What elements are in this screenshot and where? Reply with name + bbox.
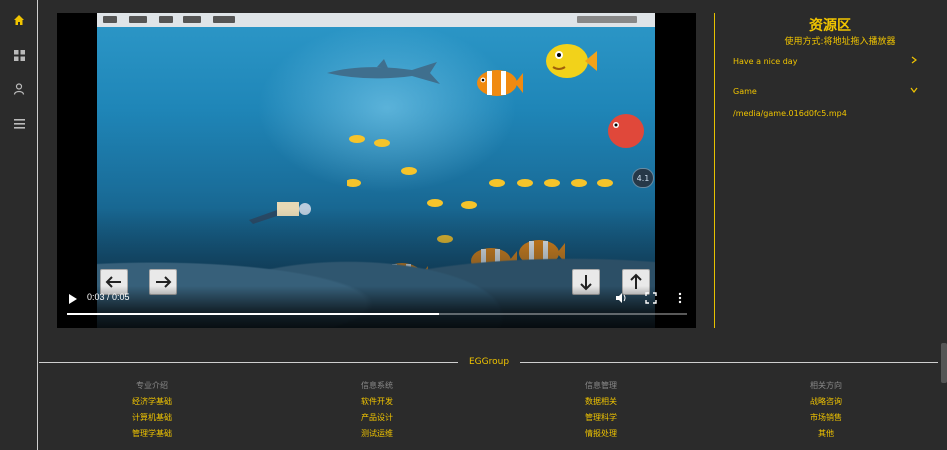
shark-sprite xyxy=(327,59,440,84)
video-progress-bar[interactable] xyxy=(67,313,687,315)
footer-link[interactable]: 情报处理 xyxy=(551,428,651,444)
panel-divider xyxy=(714,13,715,328)
footer-column-heading: 专业介绍 xyxy=(136,381,168,390)
footer-link[interactable]: 数据相关 xyxy=(551,396,651,412)
footer-column-directions: 相关方向 战略咨询 市场销售 其他 xyxy=(776,380,876,444)
footer-link[interactable]: 战略咨询 xyxy=(776,396,876,412)
clownfish-sprite xyxy=(477,70,523,96)
grid-icon[interactable] xyxy=(9,45,29,65)
video-time: 0:03 / 0:05 xyxy=(87,292,130,302)
speed-readout: 4.1 xyxy=(632,168,654,188)
fullscreen-icon[interactable] xyxy=(645,292,657,304)
user-icon[interactable] xyxy=(9,79,29,99)
video-controls-bar xyxy=(57,286,696,328)
footer-link[interactable]: 管理学基础 xyxy=(102,428,202,444)
resource-item-label: Have a nice day xyxy=(733,57,798,66)
footer-brand: EGGroup xyxy=(468,357,510,367)
resource-file-link[interactable]: /media/game.016d0fc5.mp4 xyxy=(733,109,918,118)
volume-icon[interactable] xyxy=(615,292,627,304)
video-player[interactable]: 4.1 0:03 / 0:05 xyxy=(57,13,696,328)
footer-column-info-systems: 信息系统 软件开发 产品设计 测试运维 xyxy=(327,380,427,444)
resource-item-label: Game xyxy=(733,87,757,96)
footer-divider-right xyxy=(520,362,938,363)
footer-link[interactable]: 测试运维 xyxy=(327,428,427,444)
more-options-icon[interactable] xyxy=(674,292,686,304)
home-icon[interactable] xyxy=(9,10,29,30)
video-progress-fill xyxy=(67,313,439,315)
footer-column-heading: 信息系统 xyxy=(361,381,393,390)
chevron-right-icon xyxy=(911,56,917,64)
video-captured-browser-bar xyxy=(97,13,655,27)
resource-item-have-a-nice-day[interactable]: Have a nice day xyxy=(733,56,918,66)
footer-link[interactable]: 计算机基础 xyxy=(102,412,202,428)
footer-column-heading: 相关方向 xyxy=(810,381,842,390)
footer-column-heading: 信息管理 xyxy=(585,381,617,390)
footer-link[interactable]: 管理科学 xyxy=(551,412,651,428)
footer-link[interactable]: 经济学基础 xyxy=(102,396,202,412)
resource-panel-title: 资源区 xyxy=(809,18,851,34)
chevron-down-icon xyxy=(910,87,918,93)
footer-divider-left xyxy=(39,362,458,363)
footer-link[interactable]: 市场销售 xyxy=(776,412,876,428)
footer-link[interactable]: 产品设计 xyxy=(327,412,427,428)
resource-item-game[interactable]: Game xyxy=(733,87,918,96)
footer-column-major: 专业介绍 经济学基础 计算机基础 管理学基础 xyxy=(102,380,202,444)
resource-panel-subtitle: 使用方式:将地址拖入播放器 xyxy=(784,37,896,47)
footer-link[interactable]: 软件开发 xyxy=(327,396,427,412)
left-nav-rail xyxy=(0,0,38,450)
footer-link[interactable]: 其他 xyxy=(776,428,876,444)
yellow-fish-sprite xyxy=(546,44,597,78)
menu-icon[interactable] xyxy=(9,114,29,134)
page-scrollbar[interactable] xyxy=(941,343,947,383)
play-icon[interactable] xyxy=(68,294,78,304)
footer-column-info-management: 信息管理 数据相关 管理科学 情报处理 xyxy=(551,380,651,444)
